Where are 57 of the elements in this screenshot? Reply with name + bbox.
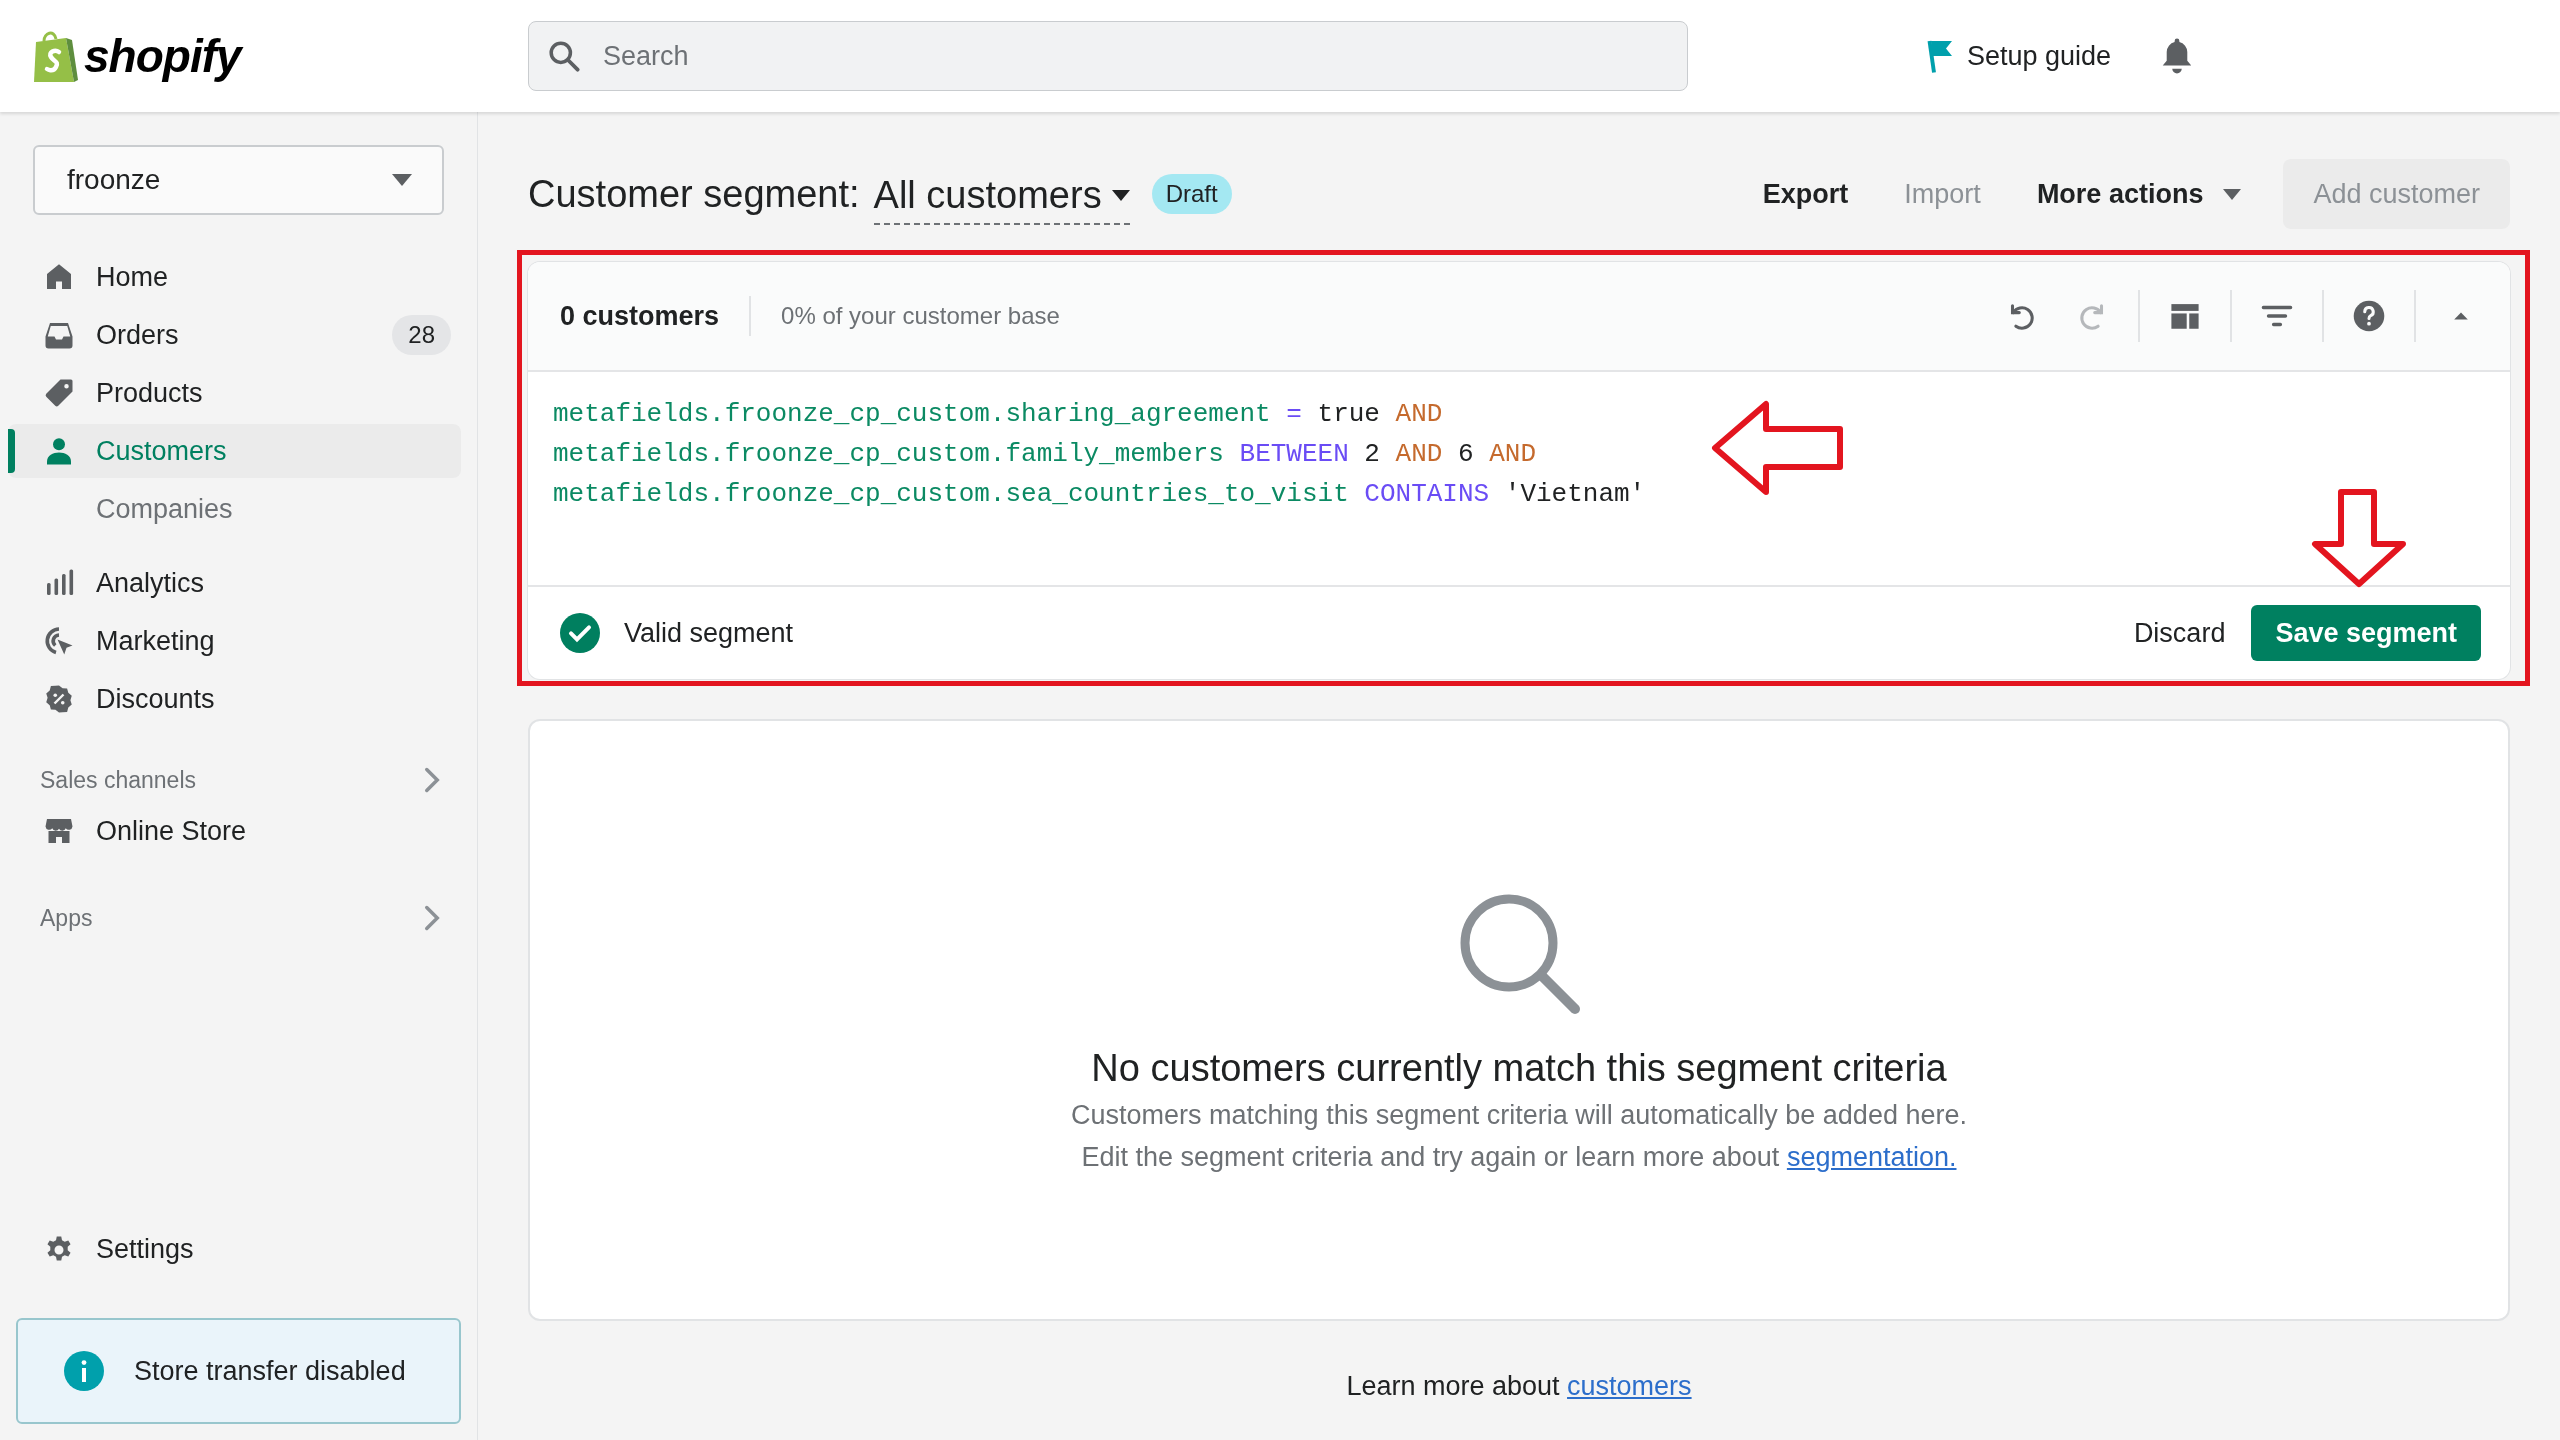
tag-icon xyxy=(44,378,74,408)
storefront-icon xyxy=(44,816,74,846)
sidebar-item[interactable]: Home xyxy=(8,250,461,304)
section-heading: Apps xyxy=(40,904,93,932)
chevron-right-icon[interactable] xyxy=(423,904,441,932)
target-cursor-icon xyxy=(44,626,74,656)
sidebar-item[interactable]: Settings xyxy=(8,1222,461,1276)
sidebar-item[interactable]: Marketing xyxy=(8,614,461,668)
sidebar-item[interactable]: Companies xyxy=(8,482,461,536)
help-icon[interactable] xyxy=(2352,299,2386,333)
caret-down-icon xyxy=(2223,188,2242,200)
footer-help-text: Learn more about customers xyxy=(1345,1371,1693,1402)
query-line: metafields.froonze_cp_custom.sharing_agreement = true AND xyxy=(553,398,1444,431)
count-badge: 28 xyxy=(392,315,451,355)
query-line: metafields.froonze_cp_custom.sea_countries_to_visit CONTAINS 'Vietnam' xyxy=(553,478,1647,511)
sidebar-item[interactable]: Discounts xyxy=(8,672,461,726)
dropdown-button[interactable]: More actions xyxy=(2008,178,2270,210)
sidebar-item[interactable]: Analytics xyxy=(8,556,461,610)
notice-text: Store transfer disabled xyxy=(134,1355,406,1387)
caret-down-icon xyxy=(392,174,412,186)
person-icon xyxy=(44,436,74,466)
home-icon xyxy=(44,262,74,292)
search-icon xyxy=(548,40,580,72)
store-selector[interactable]: froonze xyxy=(33,145,444,215)
notification-bell-icon[interactable] xyxy=(2161,37,2194,75)
query-line: metafields.froonze_cp_custom.family_members BETWEEN 2 AND 6 AND xyxy=(553,438,1538,471)
segmentation-link[interactable]: segmentation. xyxy=(1786,1142,1957,1172)
customers-link[interactable]: customers xyxy=(1567,1371,1692,1401)
status-badge: Draft xyxy=(1151,174,1232,214)
sidebar-item[interactable]: Customers xyxy=(8,424,461,478)
segment-selector[interactable]: All customers xyxy=(873,173,1130,225)
bar-chart-icon xyxy=(44,568,74,598)
left-arrow-icon xyxy=(1711,400,1845,496)
info-icon xyxy=(64,1351,104,1391)
empty-state-text: Edit the segment criteria and try again or learn more about segmentation. xyxy=(1081,1141,1957,1174)
caret-down-icon xyxy=(1111,189,1130,201)
discard-button[interactable]: Discard xyxy=(2127,616,2232,650)
setup-guide-link[interactable]: Setup guide xyxy=(1925,38,2112,74)
customer-count: 0 customers xyxy=(560,296,752,336)
query-editor[interactable]: metafields.froonze_cp_custom.sharing_agreement = true AND metafields.froonze_cp_custom.family_members BETWEEN 2 AND 6 AND metafields.froonze_cp_custom.sea_countries_to_visit CONTAINS 'Vietnam' xyxy=(528,372,2510,585)
sidebar-item[interactable]: Orders 28 xyxy=(8,308,461,362)
down-arrow-icon xyxy=(2311,488,2407,588)
page-title: Customer segment: xyxy=(528,172,860,216)
sidebar-item[interactable]: Products xyxy=(8,366,461,420)
empty-state-title: No customers currently match this segment criteria xyxy=(1091,1047,1947,1090)
customer-share-text: 0% of your customer base xyxy=(781,302,1060,330)
search-field[interactable]: Search xyxy=(528,21,1688,91)
empty-state-text: Customers matching this segment criteria will automatically be added here. xyxy=(1071,1099,1967,1132)
flag-icon xyxy=(1925,38,1955,74)
validation-message: Valid segment xyxy=(624,617,794,649)
discount-badge-icon xyxy=(44,684,74,714)
save-segment-button[interactable]: Save segment xyxy=(2251,605,2481,661)
sidebar-item[interactable]: Online Store xyxy=(8,804,461,858)
action-button[interactable]: Export xyxy=(1734,178,1877,210)
chevron-right-icon[interactable] xyxy=(423,766,441,794)
section-heading: Sales channels xyxy=(40,766,196,794)
inbox-icon xyxy=(44,320,74,350)
